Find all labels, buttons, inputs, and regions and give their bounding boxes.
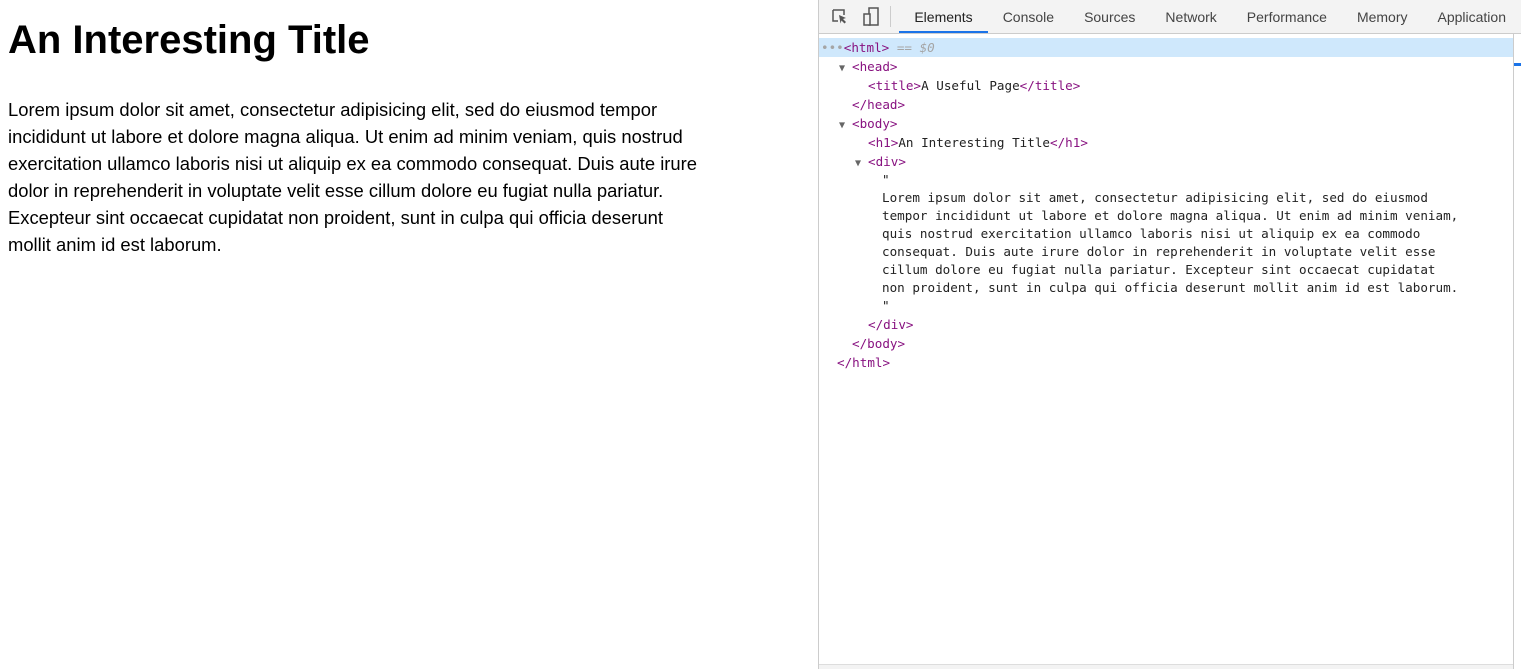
sidebar-tab-indicator bbox=[1514, 63, 1521, 66]
tag: </div> bbox=[868, 317, 914, 332]
paragraph-line: incididunt ut labore et dolore magna ali… bbox=[8, 126, 683, 147]
text-line: quis nostrud exercitation ullamco labori… bbox=[882, 226, 1421, 241]
paragraph-line: dolor in reprehenderit in voluptate veli… bbox=[8, 180, 664, 201]
page-paragraph: Lorem ipsum dolor sit amet, consectetur … bbox=[8, 96, 810, 258]
tree-node-div-close[interactable]: </div> bbox=[819, 315, 1513, 334]
tab-elements[interactable]: Elements bbox=[899, 0, 988, 33]
quote: " bbox=[882, 298, 890, 313]
tree-node-html[interactable]: •••<html> == $0 bbox=[819, 38, 1513, 57]
selected-marker: == $0 bbox=[889, 40, 935, 55]
tab-application[interactable]: Application bbox=[1423, 0, 1521, 33]
styles-sidebar[interactable] bbox=[1513, 34, 1521, 669]
text-line: Lorem ipsum dolor sit amet, consectetur … bbox=[882, 190, 1428, 205]
tree-node-div[interactable]: ▼ <div> bbox=[819, 152, 1513, 171]
tree-text-node[interactable]: " Lorem ipsum dolor sit amet, consectetu… bbox=[819, 171, 1513, 315]
tag: <body> bbox=[852, 116, 898, 131]
expand-triangle-icon[interactable]: ▼ bbox=[855, 154, 868, 173]
page-content: An Interesting Title Lorem ipsum dolor s… bbox=[0, 0, 818, 669]
tree-node-html-close[interactable]: </html> bbox=[819, 353, 1513, 372]
tab-sources[interactable]: Sources bbox=[1069, 0, 1150, 33]
tag: </body> bbox=[852, 336, 906, 351]
expand-triangle-icon[interactable]: ▼ bbox=[839, 116, 852, 135]
text-line: tempor incididunt ut labore et dolore ma… bbox=[882, 208, 1459, 223]
more-icon[interactable]: ••• bbox=[821, 40, 844, 55]
tag: </h1> bbox=[1050, 135, 1088, 150]
text-line: non proident, sunt in culpa qui officia … bbox=[882, 280, 1459, 295]
tree-node-title[interactable]: <title>A Useful Page</title> bbox=[819, 76, 1513, 95]
paragraph-line: Excepteur sint occaecat cupidatat non pr… bbox=[8, 207, 663, 228]
node-text: An Interesting Title bbox=[898, 135, 1050, 150]
dom-tree: •••<html> == $0 ▼ <head> <title>A Useful … bbox=[819, 38, 1513, 372]
paragraph-line: mollit anim id est laborum. bbox=[8, 234, 222, 255]
tab-memory[interactable]: Memory bbox=[1342, 0, 1423, 33]
tab-console[interactable]: Console bbox=[988, 0, 1069, 33]
text-line: cillum dolore eu fugiat nulla pariatur. … bbox=[882, 262, 1436, 277]
tag: <h1> bbox=[868, 135, 899, 150]
toolbar-divider bbox=[890, 6, 892, 27]
tag: <title> bbox=[868, 78, 922, 93]
tag: </head> bbox=[852, 97, 906, 112]
tag: <div> bbox=[868, 154, 906, 169]
node-text: A Useful Page bbox=[921, 78, 1020, 93]
devtools-panel: Elements Console Sources Network Perform… bbox=[818, 0, 1521, 669]
text-line: consequat. Duis aute irure dolor in repr… bbox=[882, 244, 1436, 259]
breadcrumb-bar bbox=[819, 664, 1513, 669]
quote: " bbox=[882, 172, 890, 187]
tree-node-h1[interactable]: <h1>An Interesting Title</h1> bbox=[819, 133, 1513, 152]
tree-node-body[interactable]: ▼ <body> bbox=[819, 114, 1513, 133]
tree-node-head[interactable]: ▼ <head> bbox=[819, 57, 1513, 76]
inspect-element-icon[interactable] bbox=[825, 0, 856, 33]
tag: <head> bbox=[852, 59, 898, 74]
paragraph-line: Lorem ipsum dolor sit amet, consectetur … bbox=[8, 99, 658, 120]
expand-triangle-icon[interactable]: ▼ bbox=[839, 59, 852, 78]
tab-performance[interactable]: Performance bbox=[1232, 0, 1342, 33]
tag: <html> bbox=[843, 40, 890, 55]
tree-node-head-close[interactable]: </head> bbox=[819, 95, 1513, 114]
devtools-toolbar: Elements Console Sources Network Perform… bbox=[819, 0, 1521, 34]
tag: </html> bbox=[837, 355, 891, 370]
tag: </title> bbox=[1019, 78, 1081, 93]
page-heading: An Interesting Title bbox=[8, 18, 370, 62]
device-toolbar-icon[interactable] bbox=[856, 0, 887, 33]
paragraph-line: exercitation ullamco laboris nisi ut ali… bbox=[8, 153, 697, 174]
tree-node-body-close[interactable]: </body> bbox=[819, 334, 1513, 353]
tab-network[interactable]: Network bbox=[1150, 0, 1231, 33]
